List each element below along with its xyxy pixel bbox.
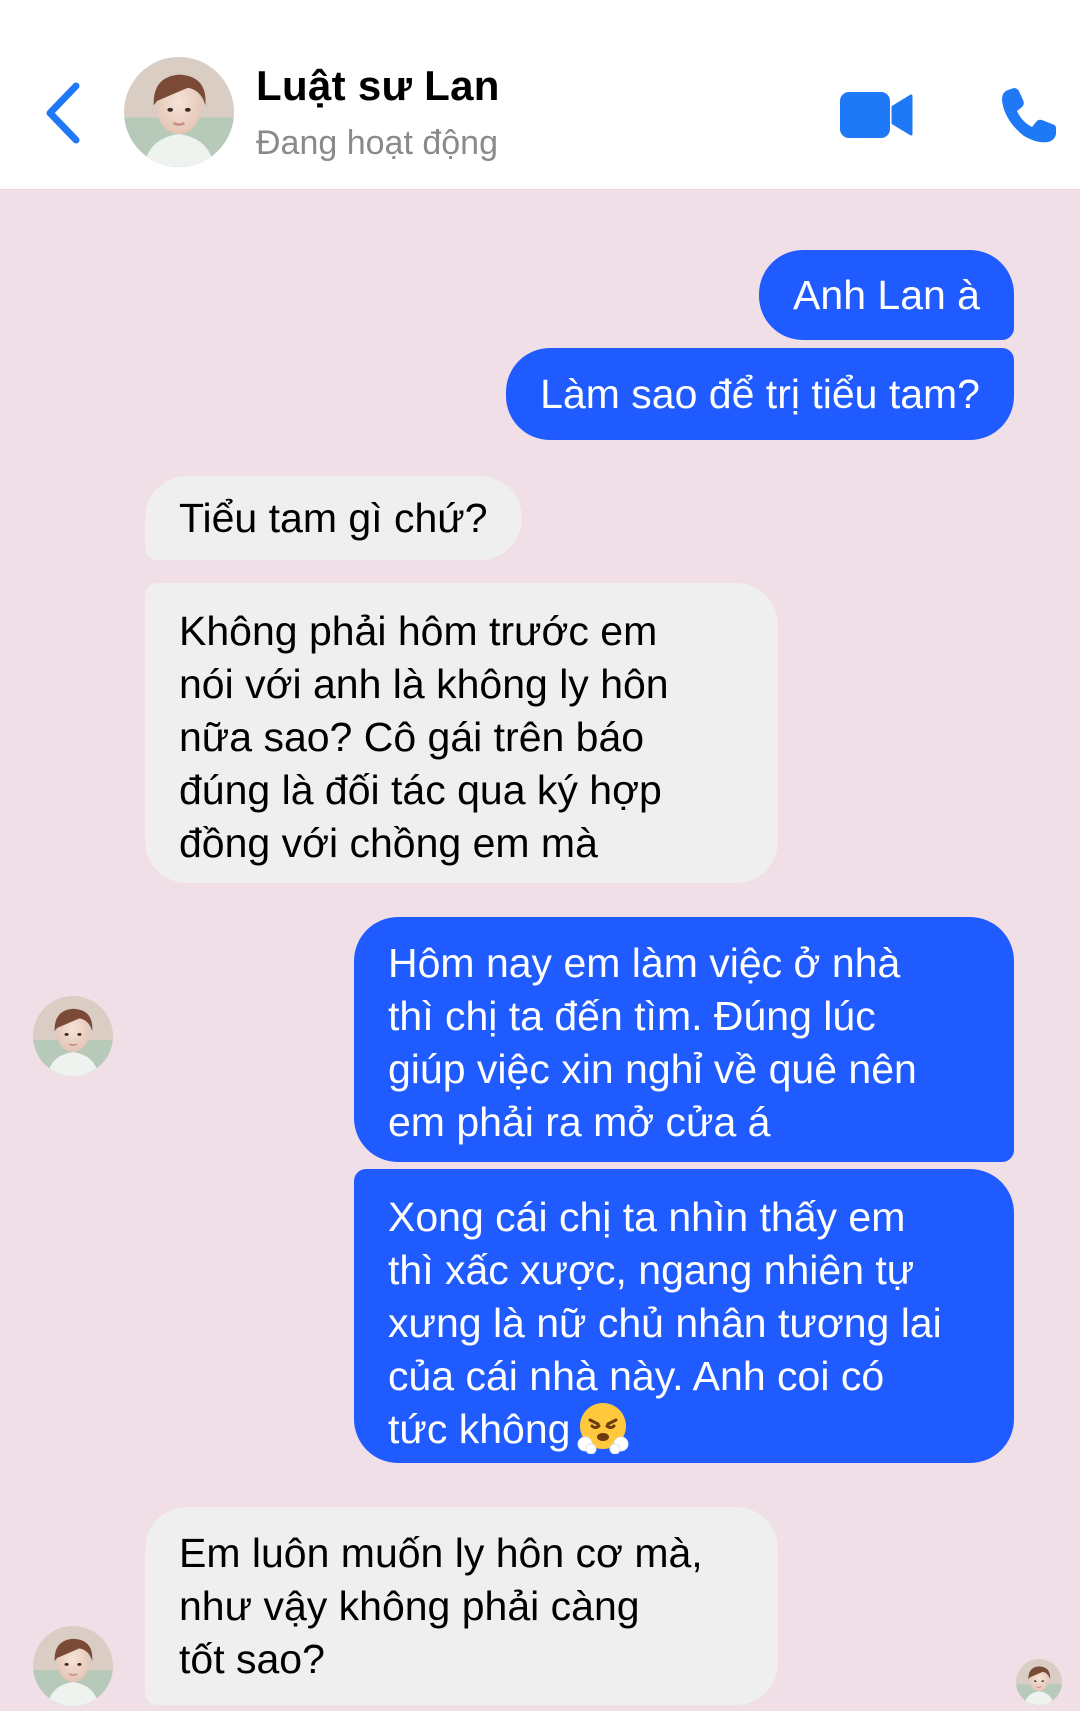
contact-avatar[interactable] bbox=[124, 57, 234, 167]
message-text-line: giúp việc xin nghỉ về quê nên bbox=[388, 1046, 917, 1092]
message-text-line-with-emoji: tức không bbox=[388, 1403, 980, 1456]
message-text: Tiểu tam gì chứ? bbox=[179, 495, 488, 541]
contact-avatar-small[interactable] bbox=[33, 1626, 113, 1706]
message-text-line: Xong cái chị ta nhìn thấy em bbox=[388, 1194, 906, 1240]
face-with-steam-emoji bbox=[577, 1403, 629, 1455]
message-text-line: như vậy không phải càng bbox=[179, 1583, 640, 1629]
message-text-line: của cái nhà này. Anh coi có bbox=[388, 1353, 885, 1399]
message-bubble-outgoing[interactable]: Xong cái chị ta nhìn thấy em thì xấc xượ… bbox=[354, 1169, 1014, 1463]
avatar-image bbox=[1016, 1659, 1062, 1705]
back-button[interactable] bbox=[40, 80, 84, 146]
message-bubble-incoming[interactable]: Em luôn muốn ly hôn cơ mà, như vậy không… bbox=[145, 1507, 778, 1705]
avatar-image bbox=[33, 996, 113, 1076]
chevron-left-icon bbox=[46, 82, 80, 144]
message-text-line: thì xấc xược, ngang nhiên tự bbox=[388, 1247, 915, 1293]
message-text-line: Hôm nay em làm việc ở nhà bbox=[388, 940, 901, 986]
message-text: Làm sao để trị tiểu tam? bbox=[540, 371, 980, 417]
message-text: tức không bbox=[388, 1406, 571, 1452]
contact-name[interactable]: Luật sư Lan bbox=[256, 62, 500, 110]
message-text-line: đúng là đối tác qua ký hợp bbox=[179, 767, 662, 813]
message-text-line: em phải ra mở cửa á bbox=[388, 1099, 771, 1145]
seen-receipt-avatar bbox=[1016, 1659, 1062, 1705]
message-text-line: nữa sao? Cô gái trên báo bbox=[179, 714, 645, 760]
message-text: Anh Lan à bbox=[793, 272, 980, 318]
message-text-line: đồng với chồng em mà bbox=[179, 820, 598, 866]
message-text-line: thì chị ta đến tìm. Đúng lúc bbox=[388, 993, 876, 1039]
message-text-line: nói với anh là không ly hôn bbox=[179, 661, 669, 707]
contact-avatar-small[interactable] bbox=[33, 996, 113, 1076]
message-text-line: Em luôn muốn ly hôn cơ mà, bbox=[179, 1530, 703, 1576]
message-text-line: tốt sao? bbox=[179, 1636, 325, 1682]
message-bubble-incoming[interactable]: Không phải hôm trước em nói với anh là k… bbox=[145, 583, 778, 883]
video-camera-icon bbox=[840, 92, 913, 138]
avatar-image bbox=[33, 1626, 113, 1706]
avatar-image bbox=[124, 57, 234, 167]
message-text-line: Không phải hôm trước em bbox=[179, 608, 658, 654]
video-call-button[interactable] bbox=[838, 88, 914, 142]
message-bubble-outgoing[interactable]: Hôm nay em làm việc ở nhà thì chị ta đến… bbox=[354, 917, 1014, 1162]
voice-call-button[interactable] bbox=[998, 84, 1060, 146]
phone-icon bbox=[1002, 88, 1056, 143]
message-bubble-outgoing[interactable]: Anh Lan à bbox=[759, 250, 1014, 340]
chat-header: Luật sư Lan Đang hoạt động bbox=[0, 0, 1080, 190]
message-list[interactable]: Anh Lan à Làm sao để trị tiểu tam? Tiểu … bbox=[0, 190, 1080, 1711]
message-text-line: xưng là nữ chủ nhân tương lai bbox=[388, 1300, 942, 1346]
message-bubble-incoming[interactable]: Tiểu tam gì chứ? bbox=[145, 476, 522, 560]
active-status: Đang hoạt động bbox=[256, 124, 498, 162]
message-bubble-outgoing[interactable]: Làm sao để trị tiểu tam? bbox=[506, 348, 1014, 440]
